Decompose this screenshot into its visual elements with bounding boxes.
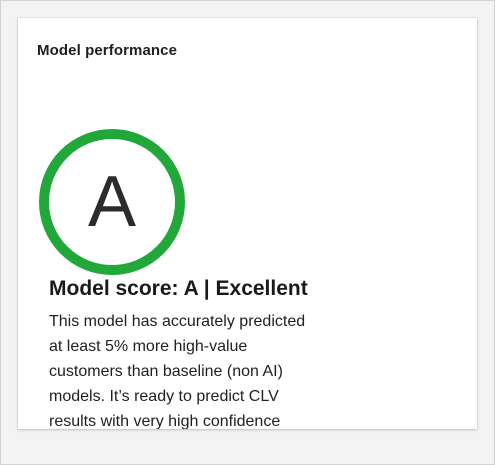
card-title: Model performance: [37, 42, 178, 59]
model-grade-badge: A: [37, 127, 187, 277]
model-score-heading: Model score: A | Excellent: [49, 277, 308, 300]
grade-letter: A: [87, 162, 137, 242]
screenshot-frame: Model performance A Model score: A | Exc…: [0, 0, 495, 465]
model-performance-card: Model performance A Model score: A | Exc…: [18, 18, 477, 429]
model-score-description: This model has accurately predicted at l…: [49, 313, 306, 429]
